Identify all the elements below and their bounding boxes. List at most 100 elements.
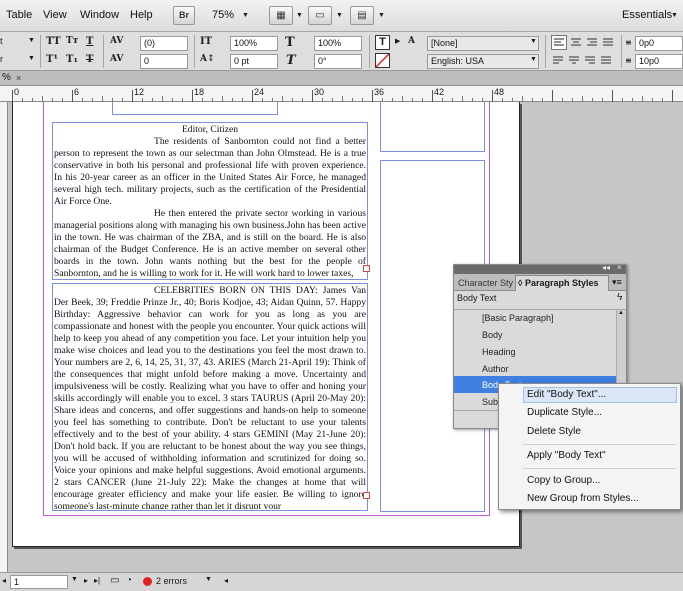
font-family-chevron-icon[interactable]: ▼ xyxy=(28,37,35,44)
document-tab[interactable]: % xyxy=(2,72,11,83)
kerning-field[interactable]: (0) xyxy=(140,36,188,51)
copy-to-group-item[interactable]: Copy to Group... xyxy=(527,475,600,486)
preflight-chevron-icon[interactable]: ▼ xyxy=(205,576,212,583)
style-item-heading[interactable]: Heading xyxy=(482,344,516,360)
vertical-scale-field[interactable]: 100% xyxy=(230,36,278,51)
tracking-icon: AV xyxy=(110,54,124,64)
character-style-chevron-icon[interactable]: ▼ xyxy=(530,38,537,45)
screen-mode-chevron-icon[interactable]: ▼ xyxy=(336,12,343,19)
next-page-icon[interactable]: ▸ xyxy=(84,576,88,585)
language-field[interactable]: English: USA xyxy=(427,54,539,69)
new-group-from-styles-item[interactable]: New Group from Styles... xyxy=(527,493,639,504)
tracking-field[interactable]: 0 xyxy=(140,54,188,69)
view-options-chevron-icon[interactable]: ▼ xyxy=(296,12,303,19)
justify-icon[interactable] xyxy=(601,36,615,49)
zoom-chevron-icon[interactable]: ▼ xyxy=(242,12,249,19)
right-frame-top[interactable] xyxy=(380,102,485,152)
vertical-ruler[interactable] xyxy=(0,102,8,572)
fill-text-icon[interactable]: T xyxy=(375,35,390,50)
page-chevron-icon[interactable]: ▼ xyxy=(71,576,78,583)
horizontal-scale-icon: T xyxy=(285,35,295,50)
style-item-body[interactable]: Body xyxy=(482,327,503,343)
underline-icon[interactable]: T xyxy=(86,36,93,47)
current-style-label: Body Text xyxy=(457,293,497,303)
zoom-level[interactable]: 75% xyxy=(212,9,234,21)
arrange-documents-icon[interactable]: ▤ xyxy=(350,6,374,25)
letter-article[interactable]: Editor, Citizen The residents of Sanborn… xyxy=(54,124,366,279)
panel-title-bar[interactable]: ◂◂ × xyxy=(454,263,626,274)
vertical-scale-icon: IT xyxy=(200,36,213,47)
style-item-basic-paragraph[interactable]: [Basic Paragraph] xyxy=(482,310,554,326)
font-family-field-edge[interactable]: t xyxy=(0,36,3,46)
top-text-frame[interactable] xyxy=(112,102,278,115)
page-options-icon[interactable]: ▭ xyxy=(110,575,119,586)
first-page-icon[interactable]: ◂ xyxy=(2,576,6,585)
bridge-button[interactable]: Br xyxy=(173,6,195,25)
superscript-icon[interactable]: T¹ xyxy=(46,54,58,65)
stroke-none-icon[interactable] xyxy=(375,53,390,68)
view-options-icon[interactable]: ▦ xyxy=(269,6,293,25)
all-caps-icon[interactable]: TT xyxy=(46,36,61,47)
justify-options-icons[interactable] xyxy=(551,54,615,67)
align-left-icon[interactable] xyxy=(551,35,567,50)
panel-menu-icon[interactable]: ▾≡ xyxy=(612,277,622,288)
collapse-panel-icon[interactable]: ◂◂ xyxy=(602,263,610,272)
ruler-label: 12 xyxy=(134,87,145,97)
letter-heading: Editor, Citizen xyxy=(181,124,239,135)
document-tab-strip: % × xyxy=(0,71,683,86)
font-style-field-edge[interactable]: r xyxy=(0,54,3,64)
fill-chevron-icon[interactable]: ▶ xyxy=(395,37,400,45)
horizontal-scale-field[interactable]: 100% xyxy=(314,36,362,51)
tab-character-styles[interactable]: Character Sty xyxy=(458,276,515,290)
workspace-switcher[interactable]: Essentials xyxy=(622,9,672,21)
menu-table[interactable]: Table xyxy=(6,9,32,21)
align-center-icon[interactable] xyxy=(569,36,583,49)
overset-port-icon[interactable] xyxy=(363,492,370,499)
ruler-label: 42 xyxy=(434,87,445,97)
status-bar: ◂ 1 ▼ ▸ ▸| ▭ ◔ 2 errors ▼ ◂ xyxy=(0,572,683,591)
space-after-field[interactable]: 10p0 xyxy=(635,54,683,69)
subscript-icon[interactable]: T₁ xyxy=(66,54,78,65)
duplicate-style-item[interactable]: Duplicate Style... xyxy=(527,407,602,418)
horoscope-heading: CELEBRITIES BORN ON THIS DAY: xyxy=(154,285,318,296)
skew-field[interactable]: 0° xyxy=(314,54,362,69)
baseline-shift-field[interactable]: 0 pt xyxy=(230,54,278,69)
character-style-field[interactable]: [None] xyxy=(427,36,539,51)
tab-paragraph-styles[interactable]: ◊ Paragraph Styles xyxy=(515,275,609,291)
workspace-chevron-icon[interactable]: ▼ xyxy=(671,12,678,19)
menu-help[interactable]: Help xyxy=(130,9,153,21)
horoscope-text: James Van Der Beek, 39; Freddie Prinze J… xyxy=(54,285,366,509)
delete-style-item[interactable]: Delete Style xyxy=(527,426,581,437)
strikethrough-icon[interactable]: T xyxy=(86,54,93,65)
last-page-icon[interactable]: ▸| xyxy=(94,576,100,585)
menu-window[interactable]: Window xyxy=(80,9,119,21)
scroll-up-icon[interactable]: ▲ xyxy=(618,310,624,316)
style-context-menu: Edit "Body Text"... Duplicate Style... D… xyxy=(498,383,681,510)
font-style-chevron-icon[interactable]: ▼ xyxy=(28,55,35,62)
horizontal-ruler[interactable]: 0 6 12 18 24 30 36 42 48 xyxy=(0,86,683,102)
close-tab-icon[interactable]: × xyxy=(16,73,21,83)
panel-tab-bar: Character Sty ◊ Paragraph Styles ▾≡ xyxy=(454,274,626,291)
skew-icon: T xyxy=(286,53,296,68)
control-panel: t ▼ r ▼ TT Tт T T¹ T₁ T AV (0) AV 0 IT 1… xyxy=(0,32,683,71)
menu-view[interactable]: View xyxy=(43,9,67,21)
ruler-label: 0 xyxy=(14,87,20,97)
language-chevron-icon[interactable]: ▼ xyxy=(530,56,537,63)
preflight-icon[interactable]: ◔ xyxy=(126,575,132,586)
small-caps-icon[interactable]: Tт xyxy=(66,36,78,46)
arrange-chevron-icon[interactable]: ▼ xyxy=(378,12,385,19)
error-count[interactable]: 2 errors xyxy=(156,576,187,586)
align-right-icon[interactable] xyxy=(585,36,599,49)
style-item-author[interactable]: Author xyxy=(482,361,509,377)
edit-style-item[interactable]: Edit "Body Text"... xyxy=(527,389,606,400)
ruler-label: 48 xyxy=(494,87,505,97)
apply-style-item[interactable]: Apply "Body Text" xyxy=(527,450,606,461)
out-port-icon[interactable] xyxy=(363,265,370,272)
page-number-field[interactable]: 1 xyxy=(10,575,68,589)
close-panel-icon[interactable]: × xyxy=(617,263,622,272)
screen-mode-icon[interactable]: ▭ xyxy=(308,6,332,25)
space-before-field[interactable]: 0p0 xyxy=(635,36,683,51)
lightning-icon[interactable]: ϟ xyxy=(617,292,622,303)
horoscope-article[interactable]: CELEBRITIES BORN ON THIS DAY: James Van … xyxy=(54,285,366,509)
scroll-left-icon[interactable]: ◂ xyxy=(224,576,228,585)
